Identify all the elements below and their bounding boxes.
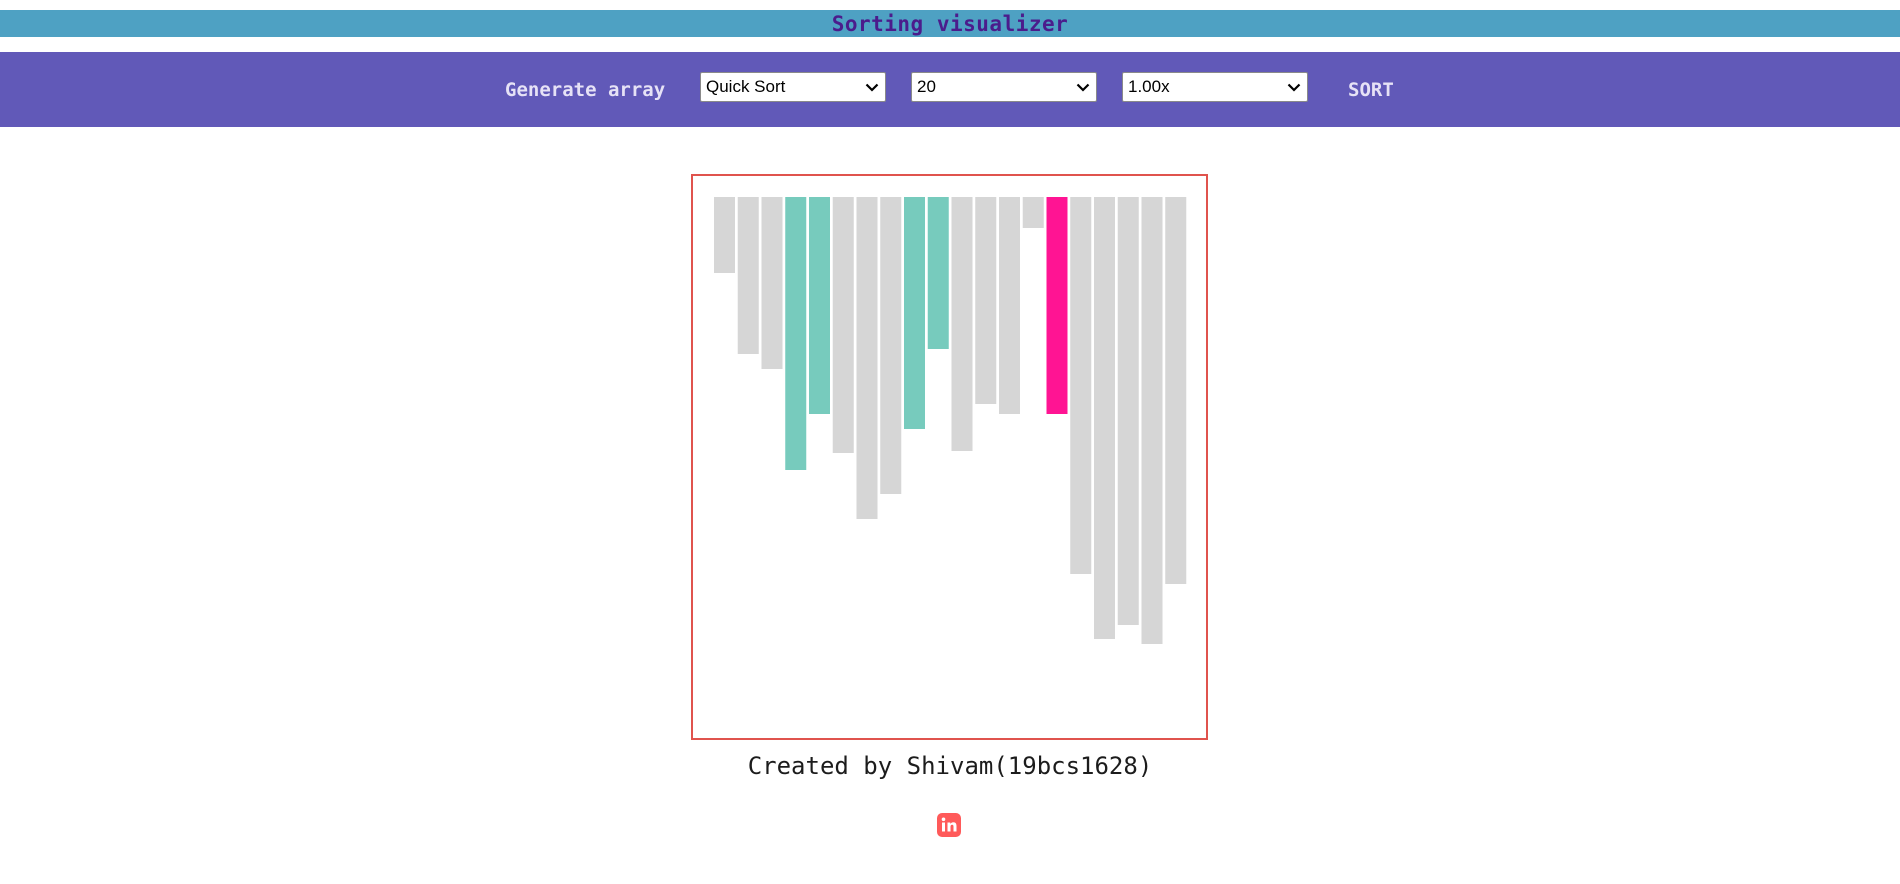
page-title: Sorting visualizer xyxy=(831,11,1069,36)
array-bar-12 xyxy=(975,197,997,404)
array-size-select-value: 20 xyxy=(917,77,936,96)
chevron-down-icon xyxy=(1281,73,1307,101)
array-bar-1 xyxy=(714,197,735,273)
array-bar-9 xyxy=(904,197,925,429)
chevron-down-icon xyxy=(859,73,885,101)
array-bar-13 xyxy=(999,197,1020,414)
array-bar-15 xyxy=(1046,197,1068,414)
sort-button[interactable]: SORT xyxy=(1348,52,1394,127)
array-bar-20 xyxy=(1165,197,1187,584)
array-size-select[interactable]: 20 xyxy=(911,72,1097,102)
array-bar-14 xyxy=(1022,197,1044,228)
algorithm-select-value: Quick Sort xyxy=(706,77,786,96)
bars-canvas xyxy=(714,197,1187,644)
array-bar-8 xyxy=(880,197,902,494)
array-bar-10 xyxy=(927,197,949,349)
title-bar: Sorting visualizer xyxy=(0,10,1900,37)
generate-array-button[interactable]: Generate array xyxy=(505,52,665,127)
array-bar-11 xyxy=(951,197,973,451)
array-bar-4 xyxy=(785,197,807,470)
speed-select[interactable]: 1.00x xyxy=(1122,72,1308,102)
chevron-down-icon xyxy=(1070,73,1096,101)
array-bar-18 xyxy=(1117,197,1139,625)
algorithm-select[interactable]: Quick Sort xyxy=(700,72,886,102)
array-bar-7 xyxy=(856,197,878,519)
array-bar-chart xyxy=(691,174,1208,740)
linkedin-icon[interactable] xyxy=(937,813,961,837)
array-bar-5 xyxy=(809,197,830,414)
array-bar-16 xyxy=(1070,197,1092,574)
array-bar-19 xyxy=(1141,197,1163,644)
array-bar-3 xyxy=(761,197,783,369)
credit-text: Created by Shivam(19bcs1628) xyxy=(747,752,1153,780)
speed-select-value: 1.00x xyxy=(1128,77,1170,96)
array-bar-6 xyxy=(832,197,854,453)
array-bar-17 xyxy=(1094,197,1115,639)
array-bar-2 xyxy=(737,197,759,354)
